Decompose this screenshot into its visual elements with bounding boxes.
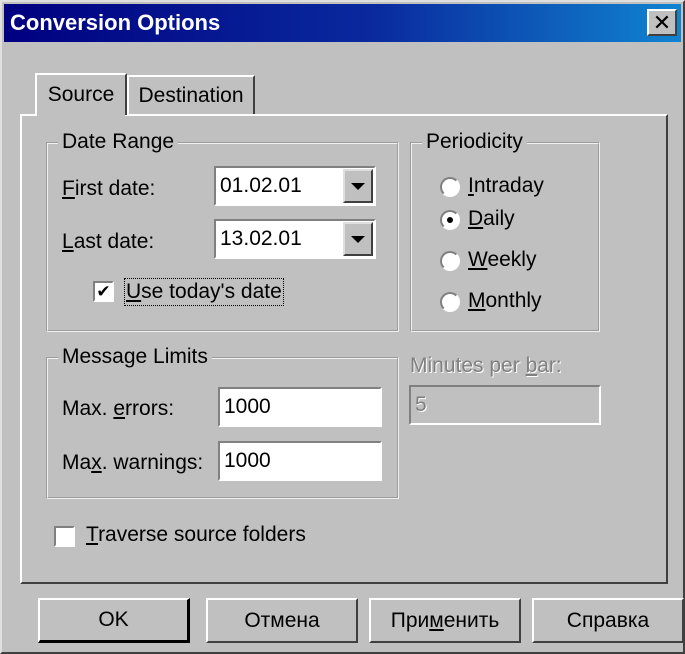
- tab-source[interactable]: Source: [35, 73, 127, 115]
- radio-monthly-label[interactable]: Monthly: [468, 289, 542, 313]
- cancel-button-label: Отмена: [244, 608, 320, 632]
- cancel-button[interactable]: Отмена: [206, 598, 358, 643]
- minutes-per-bar-value: 5: [415, 393, 427, 416]
- traverse-source-folders-label[interactable]: Traverse source folders: [86, 523, 306, 547]
- radio-weekly-label[interactable]: Weekly: [468, 248, 536, 272]
- max-errors-label: Max. errors:: [62, 397, 175, 420]
- date-range-legend: Date Range: [58, 130, 179, 154]
- last-date-combobox[interactable]: 13.02.01: [214, 219, 376, 259]
- ok-button-label: OK: [98, 608, 129, 631]
- apply-button[interactable]: Применить: [369, 598, 521, 643]
- radio-intraday-label[interactable]: Intraday: [468, 174, 544, 198]
- use-todays-date-label[interactable]: Use today's date: [124, 278, 284, 306]
- periodicity-legend: Periodicity: [422, 130, 527, 154]
- ok-button[interactable]: OK: [38, 598, 190, 643]
- minutes-per-bar-input[interactable]: 5: [409, 385, 601, 425]
- help-button-label: Справка: [566, 608, 650, 632]
- radio-monthly[interactable]: [440, 292, 460, 312]
- max-warnings-value: 1000: [224, 449, 271, 472]
- check-icon: ✔: [96, 282, 111, 301]
- chevron-down-icon[interactable]: [343, 169, 373, 203]
- apply-button-label: Применить: [390, 608, 500, 632]
- radio-daily[interactable]: [440, 210, 460, 230]
- radio-weekly[interactable]: [440, 251, 460, 271]
- first-date-value: 01.02.01: [220, 174, 302, 197]
- help-button[interactable]: Справка: [532, 598, 684, 643]
- radio-intraday[interactable]: [440, 177, 460, 197]
- use-todays-date-checkbox[interactable]: ✔: [93, 281, 114, 302]
- max-warnings-input[interactable]: 1000: [218, 441, 382, 481]
- tab-join: [37, 113, 125, 117]
- close-icon: ✕: [652, 9, 672, 35]
- conversion-options-dialog: Conversion Options ✕ Source Destination …: [0, 0, 685, 654]
- close-button[interactable]: ✕: [647, 9, 677, 36]
- message-limits-legend: Message Limits: [58, 345, 212, 369]
- window-title: Conversion Options: [10, 10, 221, 35]
- first-date-combobox[interactable]: 01.02.01: [214, 166, 376, 206]
- traverse-source-folders-checkbox[interactable]: [54, 526, 75, 547]
- max-errors-input[interactable]: 1000: [218, 387, 382, 427]
- first-date-label: First date:: [62, 177, 156, 200]
- last-date-value: 13.02.01: [220, 227, 302, 250]
- tab-destination[interactable]: Destination: [127, 75, 255, 115]
- max-errors-value: 1000: [224, 395, 271, 418]
- radio-daily-label[interactable]: Daily: [468, 207, 515, 231]
- minutes-per-bar-label: Minutes per bar:: [410, 354, 562, 377]
- tab-destination-label: Destination: [138, 84, 244, 107]
- title-bar[interactable]: Conversion Options ✕: [4, 4, 681, 42]
- last-date-label: Last date:: [62, 230, 155, 253]
- chevron-down-icon[interactable]: [343, 222, 373, 256]
- max-warnings-label: Max. warnings:: [62, 451, 204, 474]
- tab-source-label: Source: [47, 83, 115, 106]
